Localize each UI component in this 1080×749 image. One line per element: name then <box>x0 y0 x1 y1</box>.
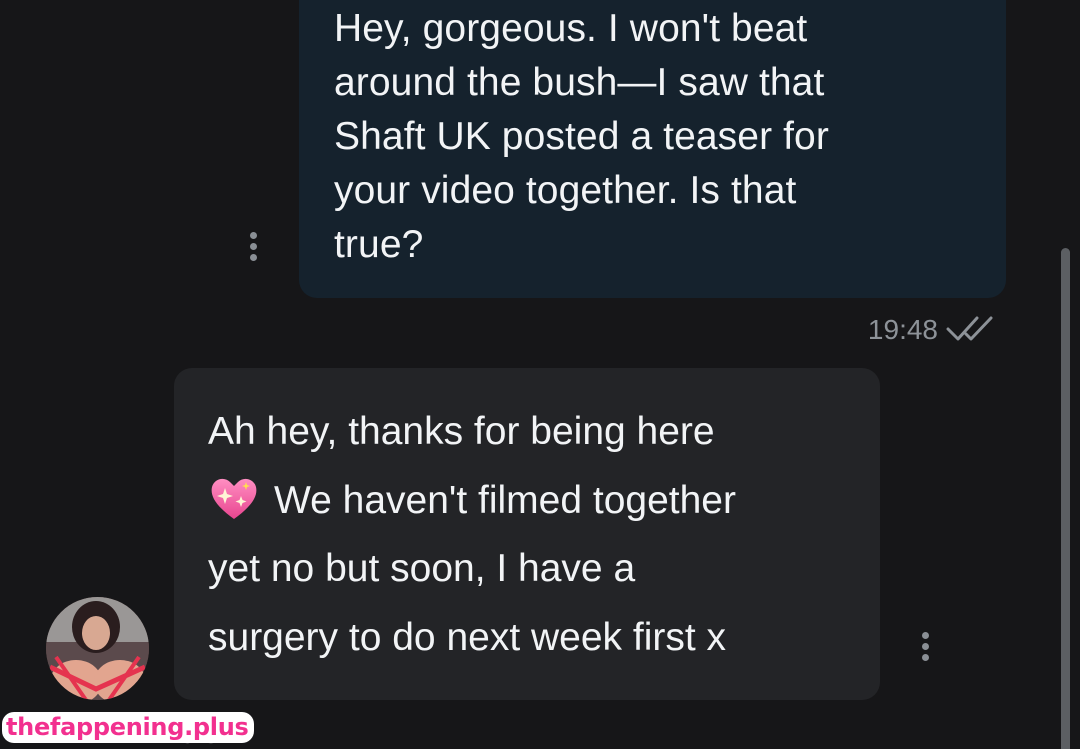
avatar-photo-icon <box>46 597 149 700</box>
outgoing-message-time: 19:48 <box>867 314 938 345</box>
message-line: true? <box>334 223 424 266</box>
outgoing-message-bubble[interactable]: Hey, gorgeous. I won't beat around the b… <box>299 0 1006 298</box>
watermark-text: thefappening.plus <box>2 712 255 743</box>
scrollbar[interactable] <box>1061 248 1070 749</box>
chat-screen: Hey, gorgeous. I won't beat around the b… <box>0 0 1080 749</box>
message-line: Ah hey, thanks for being here <box>208 410 715 453</box>
message-line: Hey, gorgeous. I won't beat <box>334 7 808 50</box>
double-check-icon <box>946 316 993 341</box>
sender-avatar[interactable] <box>46 597 149 700</box>
outgoing-message-meta: 19:48 <box>868 314 998 346</box>
message-line: around the bush—I saw that <box>334 61 825 104</box>
incoming-message-bubble[interactable]: Ah hey, thanks for being here We haven't… <box>174 368 880 700</box>
incoming-message-text: Ah hey, thanks for being here We haven't… <box>208 398 850 672</box>
message-line-with-emoji: We haven't filmed together <box>208 467 850 536</box>
message-line: surgery to do next week first x <box>208 615 727 659</box>
message-line-text: We haven't filmed together <box>274 478 736 522</box>
message-line: your video together. Is that <box>334 169 797 212</box>
message-line: yet no but soon, I have a <box>208 547 636 590</box>
outgoing-message-text: Hey, gorgeous. I won't beat around the b… <box>334 2 976 272</box>
sparkling-heart-icon <box>211 478 257 519</box>
incoming-more-options-icon[interactable] <box>919 632 931 661</box>
outgoing-more-options-icon[interactable] <box>247 232 259 261</box>
message-line: Shaft UK posted a teaser for <box>334 115 829 158</box>
